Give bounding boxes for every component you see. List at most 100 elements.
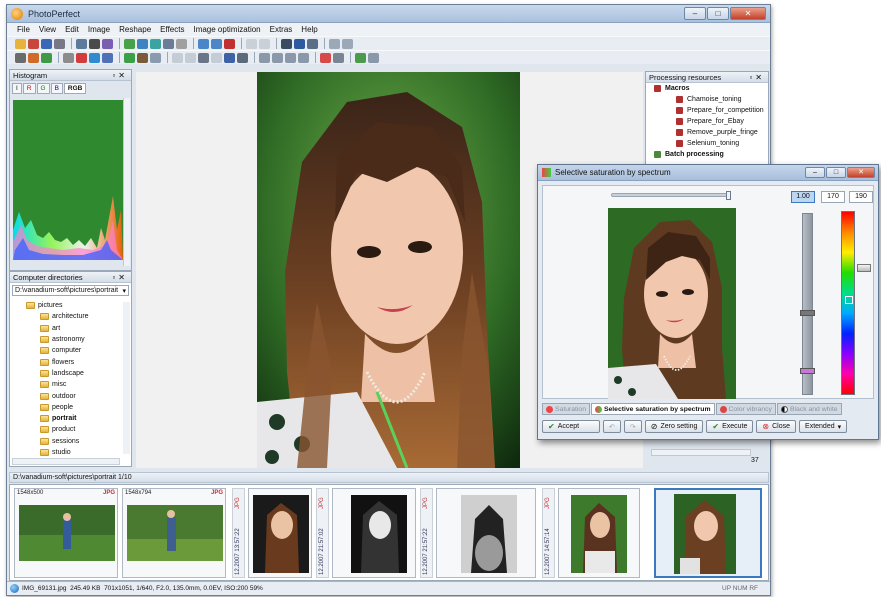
tab-black-and-white[interactable]: Black and white bbox=[776, 403, 842, 415]
rotate-icon[interactable] bbox=[172, 52, 183, 63]
histogram-scrollbar[interactable] bbox=[123, 98, 130, 266]
histogram-tab-i[interactable]: I bbox=[12, 83, 22, 94]
redo-icon[interactable] bbox=[259, 38, 270, 49]
tree-horizontal-scrollbar[interactable] bbox=[12, 458, 120, 465]
resources-scrollbar[interactable] bbox=[651, 449, 751, 456]
tree-vertical-scrollbar[interactable] bbox=[123, 302, 130, 454]
menu-extras[interactable]: Extras bbox=[270, 25, 293, 34]
histogram-tab-g[interactable]: G bbox=[36, 83, 50, 94]
undo-button[interactable]: ↶ bbox=[603, 420, 621, 433]
landscape-icon[interactable] bbox=[41, 52, 52, 63]
sharpen-icon[interactable] bbox=[124, 52, 135, 63]
macros-node[interactable]: Macros bbox=[646, 83, 768, 94]
grid-view-icon[interactable] bbox=[137, 38, 148, 49]
thumbnail[interactable] bbox=[332, 488, 416, 578]
tree-item-art[interactable]: art bbox=[10, 323, 131, 334]
path-combo[interactable]: D:\vanadium-soft\pictures\portrait ▾ bbox=[12, 285, 129, 296]
tree-item-studio[interactable]: studio bbox=[10, 447, 131, 458]
levels-icon[interactable] bbox=[63, 52, 74, 63]
magic-wand-icon[interactable] bbox=[15, 52, 26, 63]
tree-root[interactable]: pictures bbox=[10, 300, 131, 311]
tree-item-people[interactable]: people bbox=[10, 402, 131, 413]
thumbnail[interactable] bbox=[436, 488, 536, 578]
tree-item-architecture[interactable]: architecture bbox=[10, 311, 131, 322]
copyright-icon[interactable] bbox=[224, 52, 235, 63]
fit-view-icon[interactable] bbox=[124, 38, 135, 49]
menu-help[interactable]: Help bbox=[301, 25, 317, 34]
frame-icon[interactable] bbox=[211, 52, 222, 63]
menu-view[interactable]: View bbox=[39, 25, 56, 34]
color-balance-icon[interactable] bbox=[76, 52, 87, 63]
thumbnail[interactable]: 1548x794 JPG bbox=[122, 488, 226, 578]
fx-icon[interactable] bbox=[102, 52, 113, 63]
close-window-button[interactable]: ✕ bbox=[730, 7, 766, 20]
slider-mark[interactable] bbox=[800, 310, 815, 316]
tree-item-astronomy[interactable]: astronomy bbox=[10, 334, 131, 345]
strength-slider[interactable] bbox=[611, 191, 731, 200]
tab-color-vibrancy[interactable]: Color vibrancy bbox=[715, 403, 776, 415]
text-icon[interactable] bbox=[298, 52, 309, 63]
tree-item-outdoor[interactable]: outdoor bbox=[10, 390, 131, 401]
color-spectrum-bar[interactable] bbox=[841, 211, 855, 395]
thumbnail-selected[interactable] bbox=[654, 488, 762, 578]
thumbnail[interactable] bbox=[558, 488, 640, 578]
batch-processing-node[interactable]: Batch processing bbox=[646, 149, 768, 160]
batch-icon[interactable] bbox=[102, 38, 113, 49]
cut-icon[interactable] bbox=[198, 52, 209, 63]
histogram-tab-r[interactable]: R bbox=[22, 83, 36, 94]
perspective-icon[interactable] bbox=[272, 52, 283, 63]
saturation-vertical-slider[interactable] bbox=[800, 213, 815, 395]
extended-button[interactable]: Extended ▾ bbox=[799, 420, 848, 433]
stamp-icon[interactable] bbox=[285, 52, 296, 63]
tree-item-sessions[interactable]: sessions bbox=[10, 436, 131, 447]
minimize-button[interactable]: – bbox=[684, 7, 706, 20]
delete-icon[interactable] bbox=[224, 38, 235, 49]
histogram-tab-rgb[interactable]: RGB bbox=[63, 83, 87, 94]
camera-icon[interactable] bbox=[89, 38, 100, 49]
histogram-view-icon[interactable] bbox=[150, 38, 161, 49]
spectrum-selection-marker[interactable] bbox=[845, 296, 853, 304]
accept-button[interactable]: ✔ Accept bbox=[542, 420, 600, 433]
redo-button[interactable]: ↷ bbox=[623, 420, 642, 433]
spectrum-handle[interactable] bbox=[857, 264, 871, 272]
macro-item[interactable]: Prepare_for_Ebay bbox=[646, 116, 768, 127]
panel-pin-close-icon[interactable]: ▫✕ bbox=[112, 273, 128, 282]
strength-slider-thumb[interactable] bbox=[726, 191, 731, 200]
filmstrip-icon[interactable] bbox=[294, 38, 305, 49]
menu-file[interactable]: File bbox=[17, 25, 30, 34]
dialog-close-action-button[interactable]: ⊗ Close bbox=[756, 420, 797, 433]
menu-effects[interactable]: Effects bbox=[160, 25, 184, 34]
noise-icon[interactable] bbox=[150, 52, 161, 63]
maximize-button[interactable]: □ bbox=[707, 7, 729, 20]
execute-button[interactable]: ✔ Execute bbox=[706, 420, 754, 433]
value-field-2[interactable]: 170 bbox=[821, 191, 845, 203]
brush-icon[interactable] bbox=[137, 52, 148, 63]
paint-icon[interactable] bbox=[28, 52, 39, 63]
menu-edit[interactable]: Edit bbox=[65, 25, 79, 34]
tree-item-landscape[interactable]: landscape bbox=[10, 368, 131, 379]
close-file-icon[interactable] bbox=[28, 38, 39, 49]
slider-mark[interactable] bbox=[800, 368, 815, 374]
dialog-minimize-button[interactable]: – bbox=[805, 167, 825, 178]
panel-pin-close-icon[interactable]: ▫✕ bbox=[749, 73, 765, 82]
layout-icon[interactable] bbox=[329, 38, 340, 49]
hue-icon[interactable] bbox=[89, 52, 100, 63]
value-field-3[interactable]: 190 bbox=[849, 191, 873, 203]
panel-icon[interactable] bbox=[163, 38, 174, 49]
tree-item-portrait[interactable]: portrait bbox=[10, 413, 131, 424]
macro-item[interactable]: Selenium_toning bbox=[646, 138, 768, 149]
main-photo[interactable] bbox=[257, 72, 520, 468]
value-field-1[interactable]: 1.00 bbox=[791, 191, 815, 203]
copy-icon[interactable] bbox=[307, 38, 318, 49]
resize-icon[interactable] bbox=[185, 52, 196, 63]
thumbnail[interactable] bbox=[248, 488, 312, 578]
settings-icon[interactable] bbox=[342, 38, 353, 49]
zero-setting-button[interactable]: ⊘ Zero setting bbox=[644, 420, 704, 433]
macro-item[interactable]: Prepare_for_competition bbox=[646, 105, 768, 116]
select-icon[interactable] bbox=[259, 52, 270, 63]
tree-item-misc[interactable]: misc bbox=[10, 379, 131, 390]
histogram-tab-b[interactable]: B bbox=[50, 83, 63, 94]
tree-item-flowers[interactable]: flowers bbox=[10, 356, 131, 367]
macro-item[interactable]: Chamoise_toning bbox=[646, 94, 768, 105]
scan-icon[interactable] bbox=[76, 38, 87, 49]
